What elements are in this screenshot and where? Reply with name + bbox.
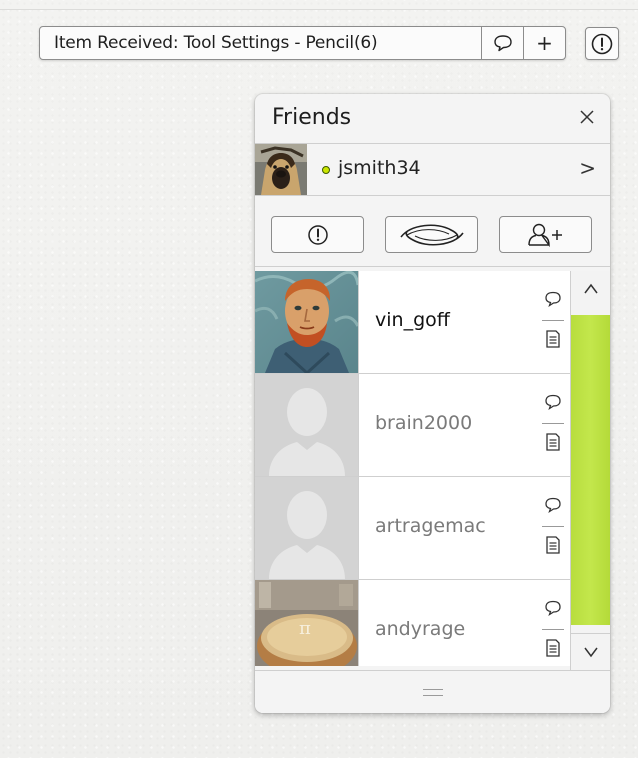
friends-panel: Friends jsmith34 > vin_goff brain2000 ar… [255,94,610,713]
chevron-down-icon [583,647,598,658]
friend-name: andyrage [375,618,466,640]
friend-row[interactable]: vin_goff [255,271,570,374]
panel-footer [255,670,610,713]
scroll-down-button[interactable] [571,633,610,670]
profile-note-button[interactable] [542,329,564,351]
close-icon [580,110,594,124]
chat-button[interactable] [542,600,564,618]
chat-bubble-icon [545,291,561,307]
chevron-up-icon [583,283,598,294]
avatar: π [255,580,358,666]
notification-chat-button[interactable] [481,27,523,59]
add-friend-button[interactable] [499,216,592,253]
profile-note-button[interactable] [542,432,564,454]
scroll-up-button[interactable] [571,271,610,307]
friend-row[interactable]: π andyrage [255,580,570,666]
friend-info: artragemac [358,477,570,579]
action-divider [542,629,564,630]
chevron-right-icon: > [579,156,596,180]
friends-scrollbar[interactable] [570,271,610,670]
friend-alerts-button[interactable] [271,216,364,253]
alert-circle-icon [591,33,613,54]
avatar [255,271,358,373]
notification-text[interactable]: Item Received: Tool Settings - Pencil(6) [40,27,481,59]
friend-name: artragemac [375,515,486,537]
note-icon [546,639,560,657]
chat-bubble-icon [545,600,561,616]
friend-name: brain2000 [375,412,473,434]
friend-actions [536,580,570,666]
friends-toolbar [255,196,610,267]
chat-button[interactable] [542,497,564,515]
avatar [255,374,358,476]
friend-info: brain2000 [358,374,570,476]
alerts-button[interactable] [585,27,619,60]
friends-list: vin_goff brain2000 artragemac π andyrage [255,271,570,666]
action-divider [542,526,564,527]
close-button[interactable] [574,104,600,130]
sync-swirl-icon [399,223,464,246]
chat-button[interactable] [542,291,564,309]
friend-actions [536,271,570,373]
top-divider [0,9,638,10]
chat-bubble-icon [545,394,561,410]
profile-note-button[interactable] [542,638,564,660]
friend-info: andyrage [358,580,570,666]
alert-circle-icon [307,224,328,245]
avatar [255,144,307,195]
note-icon [546,330,560,348]
action-divider [542,320,564,321]
current-user-row[interactable]: jsmith34 > [255,144,610,196]
note-icon [546,536,560,554]
scroll-thumb[interactable] [571,315,610,625]
note-icon [546,433,560,451]
friend-info: vin_goff [358,271,570,373]
svg-text:π: π [299,618,311,639]
online-status-dot [322,166,330,174]
notification-add-button[interactable]: + [523,27,565,59]
profile-note-button[interactable] [542,535,564,557]
chat-button[interactable] [542,394,564,412]
notification-bar: Item Received: Tool Settings - Pencil(6)… [39,26,566,60]
action-divider [542,423,564,424]
friend-row[interactable]: artragemac [255,477,570,580]
avatar [255,477,358,579]
chat-bubble-icon [493,35,512,52]
plus-icon: + [536,31,553,55]
add-friend-icon [527,223,562,247]
friend-actions [536,477,570,579]
scroll-track[interactable] [571,307,610,633]
current-username: jsmith34 [338,157,421,179]
friend-name: vin_goff [375,309,450,331]
panel-title: Friends [272,105,352,130]
friend-actions [536,374,570,476]
chat-bubble-icon [545,497,561,513]
resize-grip[interactable] [422,688,443,696]
panel-header: Friends [255,94,610,144]
sync-button[interactable] [385,216,478,253]
friend-row[interactable]: brain2000 [255,374,570,477]
